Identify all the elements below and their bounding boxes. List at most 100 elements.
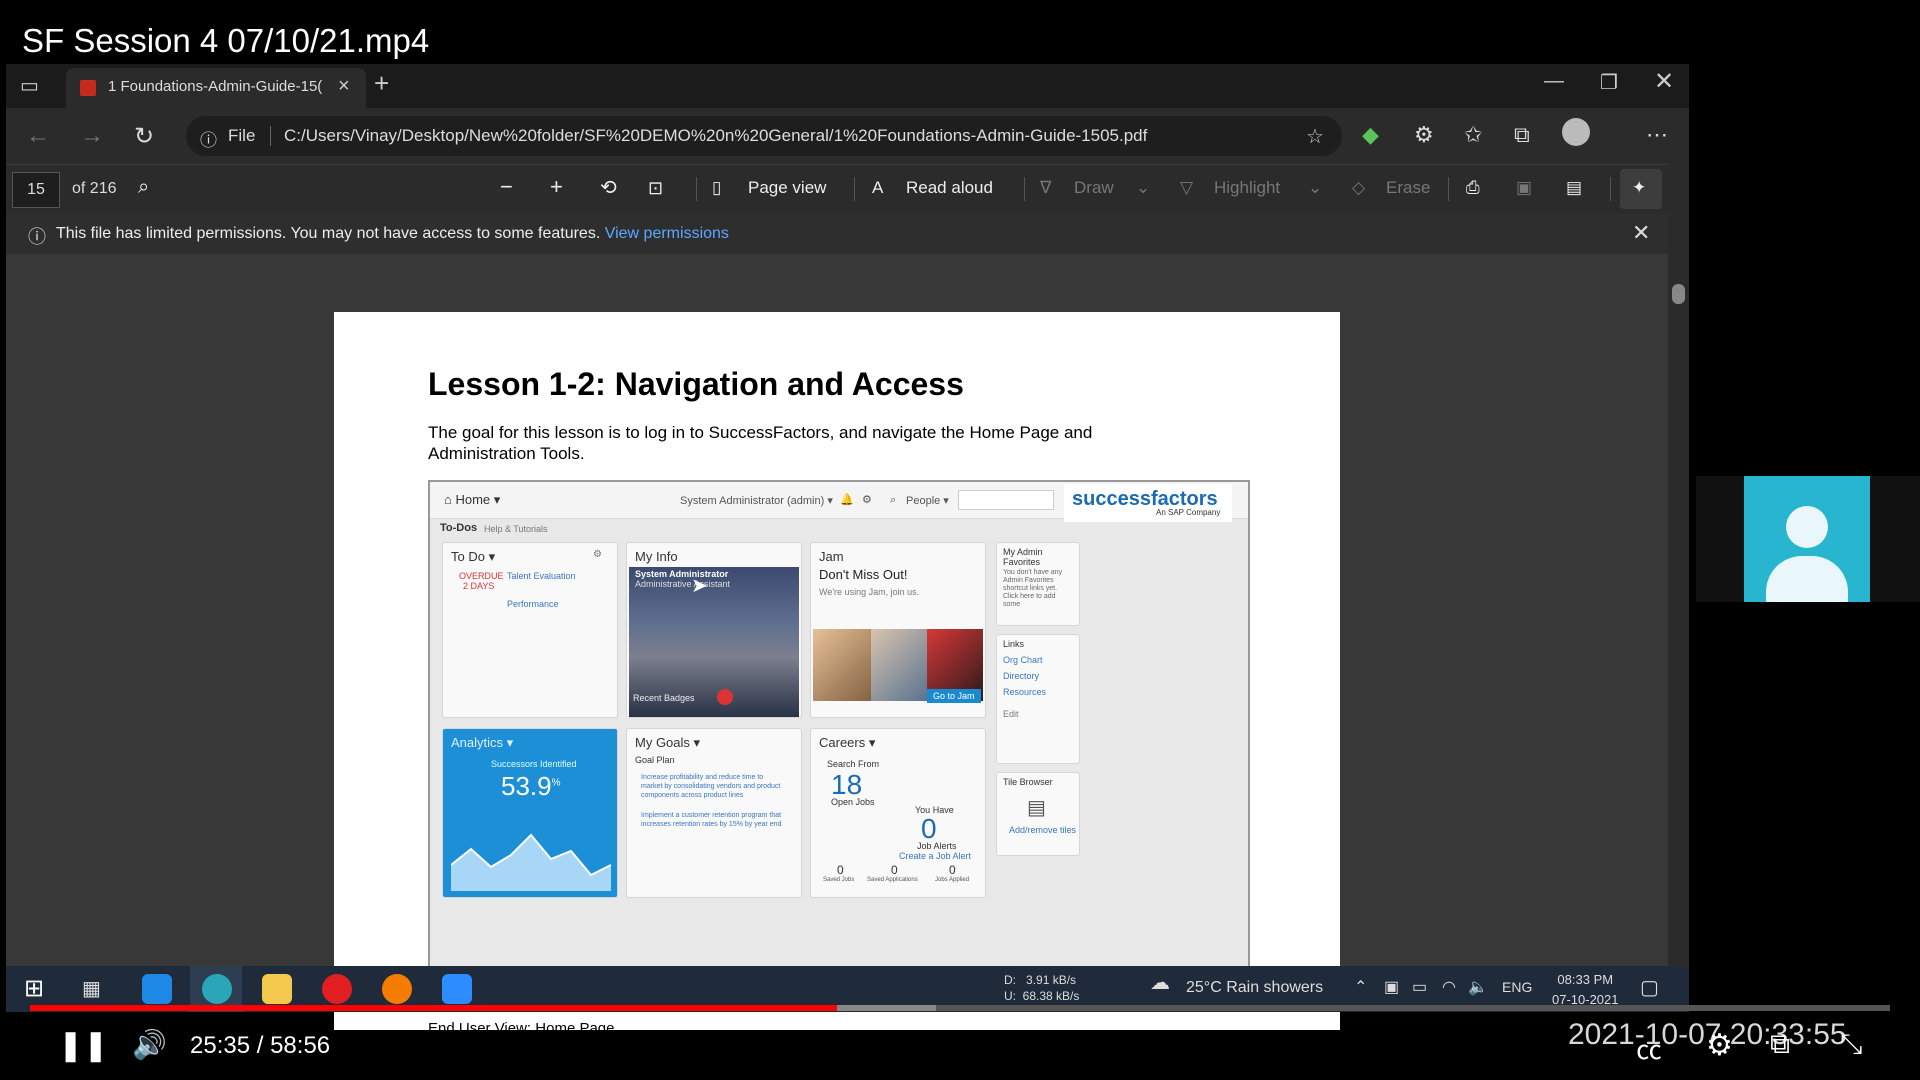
go-to-jam-button: Go to Jam [927,689,981,703]
address-url[interactable]: C:/Users/Vinay/Desktop/New%20folder/SF%2… [284,126,1147,146]
scrollbar-thumb[interactable] [1672,284,1685,304]
page-view-button[interactable]: Page view [748,178,826,198]
captions-icon[interactable]: ㏄ [1636,1030,1662,1067]
wifi-icon[interactable]: ◠ [1442,977,1456,997]
toolbar-divider [1448,177,1449,201]
close-window-icon[interactable]: ✕ [1654,67,1674,96]
minimize-icon[interactable]: — [1544,70,1564,93]
video-time: 25:35 / 58:56 [190,1032,331,1059]
overdue-label: OVERDUE [459,571,504,581]
pdf-toolbar: 15 of 216 ⌕ − + ⟲ ⊡ ▯ Page view A Read a… [6,164,1689,215]
goals-tile: My Goals ▾ Goal Plan Increase profitabil… [626,728,802,898]
save-as-icon[interactable]: ▤ [1566,178,1582,198]
erase-button[interactable]: Erase [1386,178,1430,198]
view-permissions-link[interactable]: View permissions [605,225,729,242]
language-indicator[interactable]: ENG [1502,979,1532,995]
collections-icon[interactable]: ⧉ [1514,122,1530,148]
windows-start-icon[interactable]: ⊞ [24,974,44,1003]
jam-tile-title: Jam [819,549,844,564]
mouse-cursor-icon: ➤ [691,575,708,597]
sf-home-screenshot: ⌂ Home ▾ System Administrator (admin) ▾ … [428,480,1250,998]
save-icon[interactable]: ▣ [1516,178,1532,198]
chevron-down-icon[interactable]: ⌄ [1136,178,1150,198]
volume-icon[interactable]: 🔊 [132,1028,167,1061]
permissions-infobar: ⓘ This file has limited permissions. You… [6,214,1689,255]
skype-icon[interactable] [142,974,172,1004]
careers-title: Careers ▾ [819,735,876,750]
tab-title: 1 Foundations-Admin-Guide-15( [108,78,323,95]
edge-icon[interactable] [202,974,232,1004]
refresh-icon[interactable]: ↻ [134,122,154,151]
task-view-icon[interactable]: ▦ [82,976,101,1001]
profile-icon[interactable] [1562,118,1590,146]
notification-icon: 🔔 [840,494,854,506]
restore-icon[interactable]: ❐ [1600,70,1618,95]
forward-icon[interactable]: → [80,122,104,150]
todo-performance: Performance [507,599,559,609]
link-org-chart: Org Chart [1003,655,1043,665]
draw-icon: ∇ [1040,178,1052,197]
open-jobs: Open Jobs [831,797,875,807]
toolbar-divider [1610,177,1611,201]
saved-apps-value: 0 [891,863,898,877]
favorite-star-icon[interactable]: ☆ [1306,124,1324,149]
search-icon[interactable]: ⌕ [138,176,149,199]
tab-close-icon[interactable]: × [338,75,350,98]
zoom-icon[interactable] [442,974,472,1004]
exit-fullscreen-icon[interactable]: ⤡ [1840,1028,1862,1061]
badge-icon [717,689,733,705]
tile-browser-title: Tile Browser [1003,777,1053,787]
lesson-title: Lesson 1-2: Navigation and Access [428,366,964,402]
jam-tile: Jam Don't Miss Out! We're using Jam, joi… [810,542,986,718]
video-progress-fill [30,1005,838,1011]
favorites-icon[interactable]: ✩ [1464,122,1482,148]
fit-page-icon[interactable]: ⊡ [648,178,663,199]
rotate-icon[interactable]: ⟲ [600,175,617,200]
file-explorer-icon[interactable] [262,974,292,1004]
pause-icon[interactable]: ❚❚ [58,1028,108,1063]
successfactors-logo: successfactors An SAP Company [1064,484,1232,522]
chevron-down-icon[interactable]: ⌄ [1308,178,1322,198]
tray-overflow-icon[interactable]: ⌃ [1354,977,1367,997]
infobar-close-icon[interactable]: ✕ [1632,220,1650,246]
goal-plan: Goal Plan [635,755,675,765]
battery-icon[interactable]: ▭ [1412,977,1427,997]
back-icon[interactable]: ← [26,122,50,150]
opera-icon[interactable] [322,974,352,1004]
new-tab-icon[interactable]: + [374,68,389,99]
extension-icon[interactable]: ◆ [1362,122,1379,148]
video-progress-bar[interactable] [30,1005,1890,1011]
sf-search-field [958,490,1054,510]
pdf-viewer[interactable]: Lesson 1-2: Navigation and Access The go… [6,254,1668,1037]
jobs-applied: Jobs Applied [935,877,970,883]
tab-pdf[interactable]: 1 Foundations-Admin-Guide-15( × [66,68,366,108]
read-aloud-button[interactable]: Read aloud [906,178,993,198]
zoom-in-icon[interactable]: + [550,174,563,200]
extensions-puzzle-icon[interactable]: ⚙ [1414,122,1434,148]
zoom-out-icon[interactable]: − [500,174,513,200]
system-clock[interactable]: 08:33 PM 07-10-2021 [1552,970,1619,1010]
info-icon[interactable]: ⓘ [200,126,217,151]
page-number-input[interactable]: 15 [12,172,60,208]
draw-button[interactable]: Draw [1074,178,1114,198]
miniplayer-icon[interactable]: ⧉ [1770,1028,1790,1061]
more-icon[interactable]: ⋯ [1646,122,1668,148]
firefox-icon[interactable] [382,974,412,1004]
highlight-button[interactable]: Highlight [1214,178,1280,198]
user-menu: System Administrator (admin) ▾ [680,495,833,507]
overdue-days: 2 DAYS [463,581,495,591]
settings-icon: ⚙ [862,494,872,506]
tray-app-icon[interactable]: ▣ [1384,977,1399,997]
weather-text[interactable]: 25°C Rain showers [1186,979,1323,997]
tab-actions-icon[interactable]: ▭ [20,73,39,98]
jam-sub: We're using Jam, join us. [819,587,920,597]
todo-talent-eval: Talent Evaluation [507,571,576,581]
scrollbar[interactable] [1668,164,1689,966]
address-bar[interactable]: ⓘ File C:/Users/Vinay/Desktop/New%20fold… [186,116,1342,156]
settings-gear-icon[interactable]: ⚙ [1706,1028,1733,1063]
notifications-icon[interactable]: ▢ [1640,975,1659,1000]
print-icon[interactable]: ⎙ [1466,178,1480,198]
analytics-value: 53.9% [501,771,561,801]
highlight-icon: ▽ [1180,178,1194,197]
volume-icon[interactable]: 🔈 [1468,977,1488,997]
